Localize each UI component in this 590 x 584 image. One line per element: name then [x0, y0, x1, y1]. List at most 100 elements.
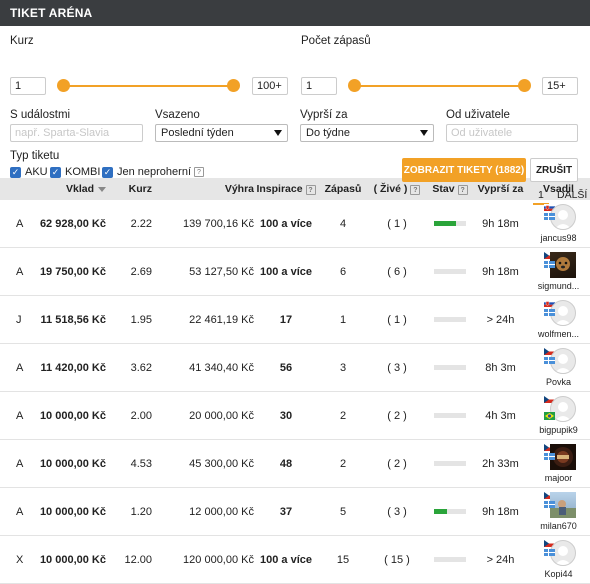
flag-br-icon: [543, 412, 555, 420]
typ-tiketu-label: Typ tiketu: [10, 150, 60, 162]
status-progress-bar: [434, 413, 466, 419]
flag-secondary-icon: [543, 501, 555, 508]
help-icon[interactable]: ?: [305, 185, 316, 196]
cell-type: A: [16, 457, 24, 470]
cell-inspirace: 100 a více: [260, 217, 312, 230]
col-vyprsi[interactable]: Vyprší za: [474, 183, 527, 195]
col-stav[interactable]: Stav?: [426, 183, 474, 196]
kurz-slider-track[interactable]: [64, 85, 235, 87]
vsazeno-select[interactable]: Poslední týden: [155, 124, 288, 142]
username-link[interactable]: jancus98: [540, 233, 576, 243]
cell-vsadil[interactable]: Kopi44: [527, 540, 590, 579]
cell-vsadil[interactable]: majoor: [527, 444, 590, 483]
flag-secondary-icon: [543, 453, 555, 460]
help-icon[interactable]: ?: [410, 185, 421, 196]
checkbox-aku[interactable]: ✓ AKU: [10, 166, 48, 178]
checkbox-neproherni[interactable]: ✓ Jen neproherní ?: [102, 166, 204, 178]
table-row[interactable]: X 10 000,00 Kč 12.00 120 000,00 Kč 100 a víc…: [0, 536, 590, 584]
vyprsi-select[interactable]: Do týdne: [300, 124, 434, 142]
cell-vsadil[interactable]: Povka: [527, 348, 590, 387]
table-row[interactable]: A 10 000,00 Kč 4.53 45 300,00 Kč 48 2 ( 2 ) 2h …: [0, 440, 590, 488]
avatar[interactable]: [543, 444, 576, 472]
pocet-min-input[interactable]: 1: [301, 77, 337, 95]
col-inspirace[interactable]: Inspirace?: [254, 183, 318, 196]
col-vyhra[interactable]: Výhra: [152, 183, 254, 195]
col-kurz[interactable]: Kurz: [106, 183, 152, 195]
cell-vsadil[interactable]: bigpupik9: [527, 396, 590, 435]
cell-zive: ( 1 ): [387, 217, 407, 230]
show-tickets-button[interactable]: ZOBRAZIT TIKETY (1882): [402, 158, 526, 182]
username-link[interactable]: milan670: [540, 521, 577, 531]
cell-vsadil[interactable]: sigmund...: [527, 252, 590, 291]
username-link[interactable]: Povka: [546, 377, 571, 387]
pager-next-link[interactable]: DALŠÍ: [557, 189, 587, 201]
cell-stav: [426, 410, 474, 422]
kurz-min-input[interactable]: 1: [10, 77, 46, 95]
pager-current-page[interactable]: 1: [538, 189, 544, 201]
udalost-input[interactable]: např. Sparta-Slavia: [10, 124, 143, 142]
cell-kurz: 3.62: [130, 361, 152, 374]
pocet-max-input[interactable]: 15+: [542, 77, 578, 95]
cell-zive: ( 15 ): [384, 553, 410, 566]
cell-kurz: 4.53: [130, 457, 152, 470]
username-link[interactable]: bigpupik9: [539, 425, 578, 435]
cell-inspirace: 17: [279, 313, 293, 326]
table-row[interactable]: A 10 000,00 Kč 1.20 12 000,00 Kč 37 5 ( 3 ) 9h …: [0, 488, 590, 536]
cell-type: A: [16, 361, 24, 374]
cancel-button[interactable]: ZRUŠIT: [530, 158, 578, 182]
cell-kurz: 2.00: [130, 409, 152, 422]
table-row[interactable]: J 11 518,56 Kč 1.95 22 461,19 Kč 17 1 ( 1 ) > 2…: [0, 296, 590, 344]
avatar[interactable]: [543, 348, 576, 376]
avatar[interactable]: [543, 492, 576, 520]
kurz-label: Kurz: [10, 35, 34, 47]
table-row[interactable]: A 11 420,00 Kč 3.62 41 340,40 Kč 56 3 ( 3 ) 8h …: [0, 344, 590, 392]
pocet-slider-min-handle[interactable]: [348, 79, 361, 92]
avatar[interactable]: [543, 396, 576, 424]
chevron-down-icon: [420, 130, 428, 136]
col-zapasu[interactable]: Zápasů: [318, 183, 368, 195]
cell-vyhra: 45 300,00 Kč: [189, 457, 254, 470]
help-icon[interactable]: ?: [194, 167, 204, 177]
cell-inspirace: 30: [279, 409, 293, 422]
kurz-max-input[interactable]: 100+: [252, 77, 288, 95]
cell-stav: [426, 362, 474, 374]
table-row[interactable]: A 62 928,00 Kč 2.22 139 700,16 Kč 100 a více…: [0, 200, 590, 248]
cell-vsadil[interactable]: wolfmen...: [527, 300, 590, 339]
cell-vsadil[interactable]: milan670: [527, 492, 590, 531]
pocet-slider-track[interactable]: [355, 85, 525, 87]
cell-vyprsi: 4h 3m: [485, 409, 516, 422]
username-link[interactable]: wolfmen...: [538, 329, 579, 339]
checkbox-aku-label: AKU: [25, 166, 48, 178]
help-icon[interactable]: ?: [457, 185, 468, 196]
cell-vyhra: 139 700,16 Kč: [183, 217, 254, 230]
avatar[interactable]: [543, 540, 576, 568]
status-progress-bar: [434, 509, 466, 515]
avatar[interactable]: [543, 252, 576, 280]
cell-zive: ( 3 ): [387, 505, 407, 518]
uzivatel-input[interactable]: Od uživatele: [446, 124, 578, 142]
username-link[interactable]: sigmund...: [538, 281, 580, 291]
ticket-table-body: A 62 928,00 Kč 2.22 139 700,16 Kč 100 a více…: [0, 200, 590, 584]
table-row[interactable]: A 19 750,00 Kč 2.69 53 127,50 Kč 100 a více 6…: [0, 248, 590, 296]
username-link[interactable]: majoor: [545, 473, 573, 483]
col-vklad[interactable]: Vklad: [38, 183, 106, 195]
cell-vyhra: 22 461,19 Kč: [189, 313, 254, 326]
avatar[interactable]: [543, 300, 576, 328]
cell-type: A: [16, 505, 24, 518]
status-progress-bar: [434, 461, 466, 467]
avatar[interactable]: [543, 204, 576, 232]
table-row[interactable]: A 10 000,00 Kč 2.00 20 000,00 Kč 30 2 ( 2 ) 4h …: [0, 392, 590, 440]
cell-zapasu: 2: [339, 409, 347, 422]
cell-vyprsi: > 24h: [486, 553, 515, 566]
col-zive[interactable]: ( Živé )?: [368, 183, 426, 196]
pocet-slider-max-handle[interactable]: [518, 79, 531, 92]
cell-vklad: 10 000,00 Kč: [39, 505, 106, 518]
cell-vsadil[interactable]: jancus98: [527, 204, 590, 243]
cell-zapasu: 5: [339, 505, 347, 518]
cell-vklad: 19 750,00 Kč: [39, 265, 106, 278]
flag-secondary-icon: [543, 357, 555, 364]
kurz-slider-min-handle[interactable]: [57, 79, 70, 92]
checkbox-kombi[interactable]: ✓ KOMBI: [50, 166, 100, 178]
kurz-slider-max-handle[interactable]: [227, 79, 240, 92]
vsazeno-value: Poslední týden: [161, 127, 234, 139]
